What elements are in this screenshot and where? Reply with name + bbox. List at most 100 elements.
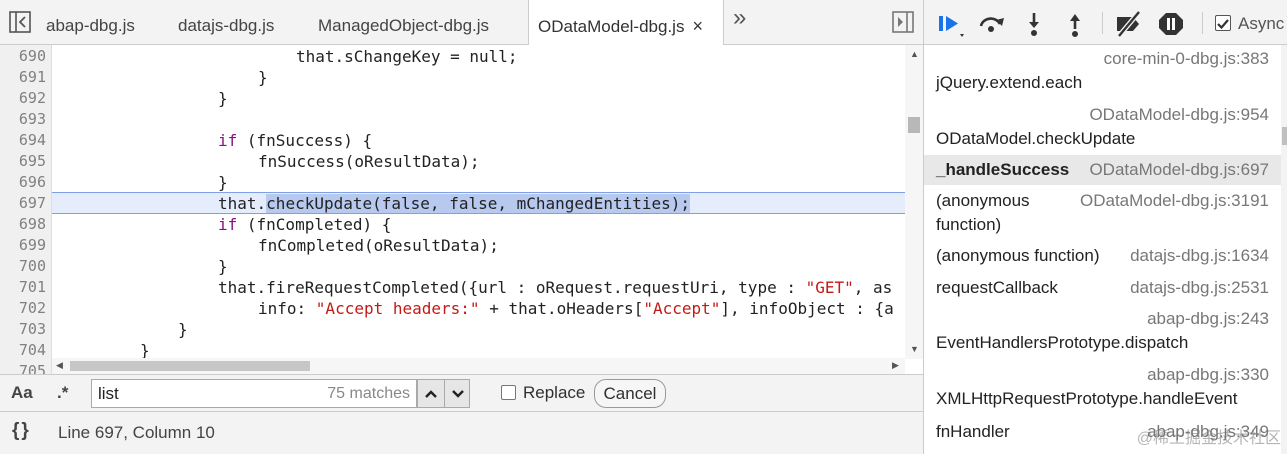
code-text: info: [258, 299, 316, 318]
code-text: } [258, 68, 268, 87]
line-number[interactable]: 699 [0, 235, 46, 256]
line-number[interactable]: 697 [0, 193, 46, 214]
line-number[interactable]: 700 [0, 256, 46, 277]
tab-label: abap-dbg.js [46, 16, 135, 35]
frame-name: ODataModel.checkUpdate [936, 129, 1136, 148]
frame-location: ODataModel-dbg.js:3191 [1079, 191, 1269, 210]
call-frame[interactable]: (anonymous function) ODataModel-dbg.js:3… [924, 189, 1281, 239]
frame-name: (anonymous function) [936, 246, 1100, 265]
scroll-down-arrow-icon[interactable]: ▼ [910, 344, 919, 354]
watermark: @稀土掘金技术社区 [1136, 430, 1281, 447]
line-number[interactable]: 704 [0, 340, 46, 361]
toolbar-divider [1202, 12, 1203, 34]
scroll-right-arrow-icon[interactable]: ▶ [892, 360, 899, 371]
code-text: fnSuccess(oResultData); [258, 152, 480, 171]
line-number[interactable]: 695 [0, 151, 46, 172]
code-text: } [178, 320, 188, 339]
line-number[interactable]: 705 [0, 361, 46, 374]
previous-match-button[interactable] [418, 380, 444, 407]
call-frame[interactable]: ODataModel-dbg.js:954 ODataModel.checkUp… [924, 103, 1281, 155]
pretty-print-icon[interactable]: {} [12, 420, 31, 442]
line-number[interactable]: 701 [0, 277, 46, 298]
code-text: that.sChangeKey = null; [296, 47, 518, 66]
line-number[interactable]: 693 [0, 109, 46, 130]
code-text: that.fireRequestCompleted({url : oReques… [218, 278, 806, 297]
toggle-debugger-icon[interactable] [891, 10, 917, 38]
frame-name: _handleSuccess [936, 160, 1070, 179]
regex-button[interactable]: .* [57, 383, 68, 403]
line-number[interactable]: 702 [0, 298, 46, 319]
checkmark-icon [1217, 19, 1229, 30]
code-line: } [60, 256, 228, 277]
line-number-gutter: 690 691 692 693 694 695 696 697 698 699 … [0, 45, 52, 374]
tab-label: ManagedObject-dbg.js [318, 16, 490, 35]
line-number[interactable]: 692 [0, 88, 46, 109]
code-text: (fnCompleted) { [237, 215, 392, 234]
resume-icon[interactable] [936, 10, 966, 38]
code-line: info: "Accept headers:" + that.oHeaders[… [60, 298, 894, 319]
call-frame[interactable]: abap-dbg.js:243 EventHandlersPrototype.d… [924, 307, 1281, 359]
code-line: fnSuccess(oResultData); [60, 151, 480, 172]
code-line: } [60, 319, 188, 340]
tab-label: ODataModel-dbg.js [538, 17, 685, 36]
code-line: that.fireRequestCompleted({url : oReques… [60, 277, 892, 298]
cancel-label: Cancel [603, 384, 657, 403]
cursor-position: Line 697, Column 10 [58, 423, 215, 442]
search-input[interactable]: list 75 matches [91, 379, 417, 408]
debugger-sidebar: Async core-min-0-dbg.js:383 jQuery.exten… [923, 0, 1287, 454]
string-literal: "Accept headers:" [315, 299, 480, 318]
line-number[interactable]: 691 [0, 67, 46, 88]
call-frame[interactable]: abap-dbg.js:330 XMLHttpRequestPrototype.… [924, 363, 1281, 415]
line-number[interactable]: 694 [0, 130, 46, 151]
tab-odatamodel-dbg[interactable]: ODataModel-dbg.js × [528, 0, 724, 45]
vertical-scroll-thumb[interactable] [908, 117, 920, 133]
next-match-button[interactable] [444, 380, 470, 407]
tab-overflow-icon[interactable]: » [733, 6, 759, 36]
frame-name: XMLHttpRequestPrototype.handleEvent [936, 389, 1238, 408]
step-out-icon[interactable] [1061, 10, 1091, 38]
step-into-icon[interactable] [1020, 10, 1050, 38]
call-frame[interactable]: requestCallback datajs-dbg.js:2531 [924, 273, 1281, 303]
code-text: + that.oHeaders[ [479, 299, 644, 318]
call-frame-selected[interactable]: _handleSuccess ODataModel-dbg.js:697 [924, 155, 1281, 185]
tab-datajs-dbg[interactable]: datajs-dbg.js [178, 0, 274, 44]
line-number[interactable]: 703 [0, 319, 46, 340]
frame-location: abap-dbg.js:330 [1147, 365, 1269, 384]
call-stack-scrollbar[interactable] [1281, 45, 1287, 454]
call-frame[interactable]: core-min-0-dbg.js:383 jQuery.extend.each [924, 47, 1281, 103]
tab-managedobject-dbg[interactable]: ManagedObject-dbg.js [318, 0, 489, 44]
search-bar: Aa .* list 75 matches Replace Cancel [0, 374, 923, 412]
horizontal-scrollbar[interactable]: ◀ ▶ [52, 358, 905, 374]
status-bar: {} Line 697, Column 10 [0, 412, 923, 454]
tab-abap-dbg[interactable]: abap-dbg.js [46, 0, 135, 44]
deactivate-breakpoints-icon[interactable] [1113, 10, 1143, 38]
step-over-icon[interactable] [977, 10, 1007, 38]
string-literal: "GET" [805, 278, 854, 297]
editor-tab-bar: abap-dbg.js datajs-dbg.js ManagedObject-… [0, 0, 923, 45]
line-number[interactable]: 696 [0, 172, 46, 193]
code-editor[interactable]: 690 691 692 693 694 695 696 697 698 699 … [0, 45, 923, 374]
line-number[interactable]: 698 [0, 214, 46, 235]
call-frame[interactable]: (anonymous function) datajs-dbg.js:1634 [924, 241, 1281, 271]
replace-checkbox[interactable] [501, 385, 516, 400]
vertical-scrollbar[interactable]: ▲ ▼ [905, 45, 923, 359]
match-case-button[interactable]: Aa [11, 383, 33, 403]
async-checkbox[interactable] [1215, 15, 1231, 31]
code-line: fnCompleted(oResultData); [60, 235, 499, 256]
call-stack-scroll-thumb[interactable] [1282, 127, 1287, 145]
line-number[interactable]: 690 [0, 46, 46, 67]
toggle-navigator-icon[interactable] [8, 10, 34, 38]
frame-location: abap-dbg.js:243 [1147, 309, 1269, 328]
frame-location: ODataModel-dbg.js:697 [1089, 160, 1269, 179]
code-text: fnCompleted(oResultData); [258, 236, 499, 255]
code-line: if (fnSuccess) { [60, 130, 372, 151]
frame-location: datajs-dbg.js:2531 [1130, 278, 1269, 297]
match-count: 75 matches [327, 385, 410, 402]
horizontal-scroll-thumb[interactable] [70, 361, 310, 371]
cancel-button[interactable]: Cancel [594, 379, 666, 408]
code-text: } [218, 89, 228, 108]
pause-on-exceptions-icon[interactable] [1157, 10, 1187, 38]
scroll-up-arrow-icon[interactable]: ▲ [910, 49, 919, 59]
chevron-up-icon [425, 390, 437, 398]
scroll-left-arrow-icon[interactable]: ◀ [56, 360, 63, 371]
